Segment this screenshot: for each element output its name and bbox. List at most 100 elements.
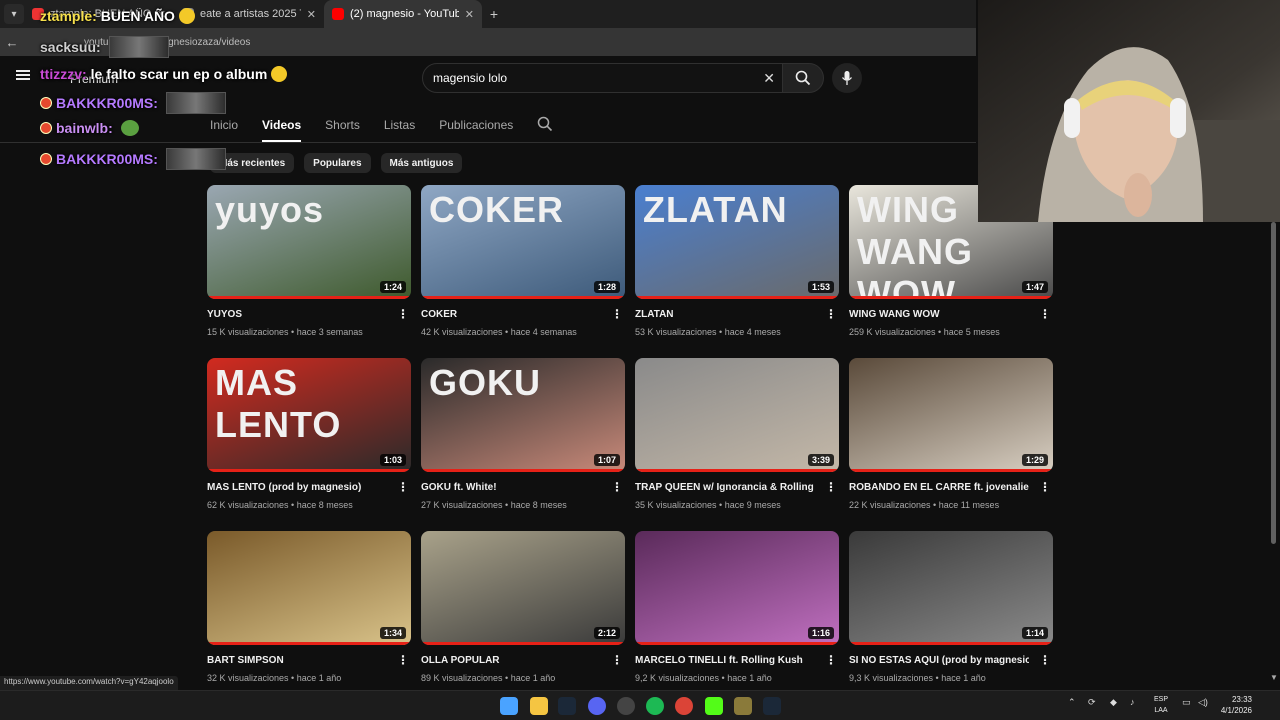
new-tab-button[interactable]: + xyxy=(482,6,506,22)
chip-recientes[interactable]: Más recientes xyxy=(210,153,295,173)
more-options-icon[interactable]: ⋮ xyxy=(611,307,623,321)
menu-icon[interactable] xyxy=(16,70,30,80)
video-card[interactable]: 1:14 SI NO ESTAS AQUÍ (prod by magnesio) 9… xyxy=(849,531,1053,691)
video-thumbnail[interactable]: 3:39 xyxy=(635,358,839,472)
tab-shorts[interactable]: Shorts xyxy=(325,108,360,142)
watch-progress-bar xyxy=(207,469,411,472)
clear-search-icon[interactable]: ✕ xyxy=(763,70,775,87)
video-thumbnail[interactable]: 1:34 xyxy=(207,531,411,645)
video-title[interactable]: COKER xyxy=(421,309,601,320)
video-thumbnail[interactable]: 2:12 xyxy=(421,531,625,645)
tray-shield-icon[interactable]: ◆ xyxy=(1110,697,1117,708)
microphone-icon xyxy=(841,71,853,85)
tab-videos[interactable]: Videos xyxy=(262,108,302,142)
video-thumbnail[interactable]: 1:29 xyxy=(849,358,1053,472)
more-options-icon[interactable]: ⋮ xyxy=(1039,480,1051,494)
chrome-icon[interactable] xyxy=(675,697,693,715)
video-card[interactable]: MAS LENTO 1:03 MAS LENTO (prod by magnesio… xyxy=(207,358,411,518)
video-title[interactable]: TRAP QUEEN w/ Ignorancia & Rolling Kush xyxy=(635,482,815,493)
more-options-icon[interactable]: ⋮ xyxy=(825,307,837,321)
channel-search-button[interactable] xyxy=(537,108,553,142)
video-thumbnail[interactable]: GOKU 1:07 xyxy=(421,358,625,472)
language-indicator[interactable]: ESP LAA xyxy=(1150,694,1172,716)
url-field[interactable]: youtube.com/@magnesiozaza/videos xyxy=(84,37,250,48)
tab-listas[interactable]: Listas xyxy=(384,108,415,142)
video-title[interactable]: YUYOS xyxy=(207,309,387,320)
browser-tab-2[interactable]: eate a artistas 2025 Tier List ✕ xyxy=(174,0,324,28)
video-meta: 9,2 K visualizaciones • hace 1 año xyxy=(635,673,772,683)
youtube-logo[interactable]: Premium xyxy=(70,72,118,86)
tab-publicaciones[interactable]: Publicaciones xyxy=(439,108,513,142)
obs-icon[interactable] xyxy=(617,697,635,715)
video-thumbnail[interactable]: MAS LENTO 1:03 xyxy=(207,358,411,472)
more-options-icon[interactable]: ⋮ xyxy=(825,480,837,494)
volume-icon[interactable]: ◁) xyxy=(1198,697,1208,708)
discord-icon[interactable] xyxy=(588,697,606,715)
video-card[interactable]: COKER 1:28 COKER 42 K visualizaciones • hac… xyxy=(421,185,625,345)
chip-antiguos[interactable]: Más antiguos xyxy=(380,153,463,173)
browser-tab-1[interactable]: ztample: BUEN AÑO ✕ xyxy=(24,0,174,28)
video-thumbnail[interactable]: 1:14 xyxy=(849,531,1053,645)
scrollbar-thumb[interactable] xyxy=(1271,222,1276,544)
video-title[interactable]: BART SIMPSON xyxy=(207,655,387,666)
chat-emote-icon xyxy=(120,120,139,136)
more-options-icon[interactable]: ⋮ xyxy=(1039,307,1051,321)
thumbnail-text: COKER xyxy=(429,189,565,230)
chip-populares[interactable]: Populares xyxy=(304,153,371,173)
video-thumbnail[interactable]: COKER 1:28 xyxy=(421,185,625,299)
file-explorer-icon[interactable] xyxy=(530,697,548,715)
video-card[interactable]: yuyos 1:24 YUYOS 15 K visualizaciones • hac… xyxy=(207,185,411,345)
search-input[interactable]: magensio lolo ✕ xyxy=(422,63,786,93)
spotify-icon[interactable] xyxy=(646,697,664,715)
video-title[interactable]: MARCELO TINELLI ft. Rolling Kush xyxy=(635,655,815,666)
page-scrollbar[interactable]: ▼ xyxy=(1268,222,1278,682)
video-card[interactable]: 1:29 ROBANDO EN EL CARRE ft. jovenalien 22… xyxy=(849,358,1053,518)
video-card[interactable]: 2:12 OLLA POPULAR 89 K visualizaciones • h… xyxy=(421,531,625,691)
more-options-icon[interactable]: ⋮ xyxy=(1039,653,1051,667)
video-title[interactable]: WING WANG WOW xyxy=(849,309,1029,320)
tab-inicio[interactable]: Inicio xyxy=(210,108,238,142)
video-thumbnail[interactable]: ZLATAN 1:53 xyxy=(635,185,839,299)
tab-search-button[interactable]: ▾ xyxy=(4,4,24,24)
video-card[interactable]: 1:34 BART SIMPSON 32 K visualizaciones • h… xyxy=(207,531,411,691)
tray-mic-icon[interactable]: ♪ xyxy=(1130,697,1135,707)
video-thumbnail[interactable]: yuyos 1:24 xyxy=(207,185,411,299)
watch-progress-bar xyxy=(207,296,411,299)
network-icon[interactable]: ▭ xyxy=(1182,697,1191,708)
start-icon[interactable] xyxy=(500,697,518,715)
system-clock[interactable]: 23:33 4/1/2026 xyxy=(1212,694,1252,716)
kick-icon[interactable] xyxy=(705,697,723,715)
app-icon[interactable] xyxy=(734,697,752,715)
video-title[interactable]: OLLA POPULAR xyxy=(421,655,601,666)
video-title[interactable]: GOKU ft. White! xyxy=(421,482,601,493)
steam-icon[interactable] xyxy=(763,697,781,715)
more-options-icon[interactable]: ⋮ xyxy=(397,480,409,494)
voice-search-button[interactable] xyxy=(832,63,862,93)
youtube-header: Premium magensio lolo ✕ xyxy=(0,58,976,98)
video-title[interactable]: MAS LENTO (prod by magnesio) xyxy=(207,482,387,493)
more-options-icon[interactable]: ⋮ xyxy=(825,653,837,667)
back-arrow-icon[interactable]: ← xyxy=(0,35,24,50)
search-button[interactable] xyxy=(782,63,824,93)
more-options-icon[interactable]: ⋮ xyxy=(611,480,623,494)
scroll-down-arrow-icon[interactable]: ▼ xyxy=(1270,673,1278,682)
video-card[interactable]: GOKU 1:07 GOKU ft. White! 27 K visualizacio… xyxy=(421,358,625,518)
browser-tab-3[interactable]: (2) magnesio - YouTube ✕ xyxy=(324,0,482,28)
video-title[interactable]: ZLATAN xyxy=(635,309,815,320)
tray-chevron-icon[interactable]: ⌃ xyxy=(1068,697,1076,708)
close-tab-icon[interactable]: ✕ xyxy=(307,8,316,21)
steam-icon[interactable] xyxy=(558,697,576,715)
video-card[interactable]: 3:39 TRAP QUEEN w/ Ignorancia & Rolling K… xyxy=(635,358,839,518)
video-card[interactable]: ZLATAN 1:53 ZLATAN 53 K visualizaciones • h… xyxy=(635,185,839,345)
close-tab-icon[interactable]: ✕ xyxy=(465,8,474,21)
more-options-icon[interactable]: ⋮ xyxy=(397,307,409,321)
more-options-icon[interactable]: ⋮ xyxy=(611,653,623,667)
more-options-icon[interactable]: ⋮ xyxy=(397,653,409,667)
tray-sync-icon[interactable]: ⟳ xyxy=(1088,697,1096,708)
youtube-favicon-icon xyxy=(332,8,344,20)
video-thumbnail[interactable]: 1:16 xyxy=(635,531,839,645)
video-card[interactable]: 1:16 MARCELO TINELLI ft. Rolling Kush 9,2 … xyxy=(635,531,839,691)
video-title[interactable]: ROBANDO EN EL CARRE ft. jovenalien xyxy=(849,482,1029,493)
close-tab-icon[interactable]: ✕ xyxy=(157,8,166,21)
video-title[interactable]: SI NO ESTAS AQUÍ (prod by magnesio) xyxy=(849,655,1029,666)
